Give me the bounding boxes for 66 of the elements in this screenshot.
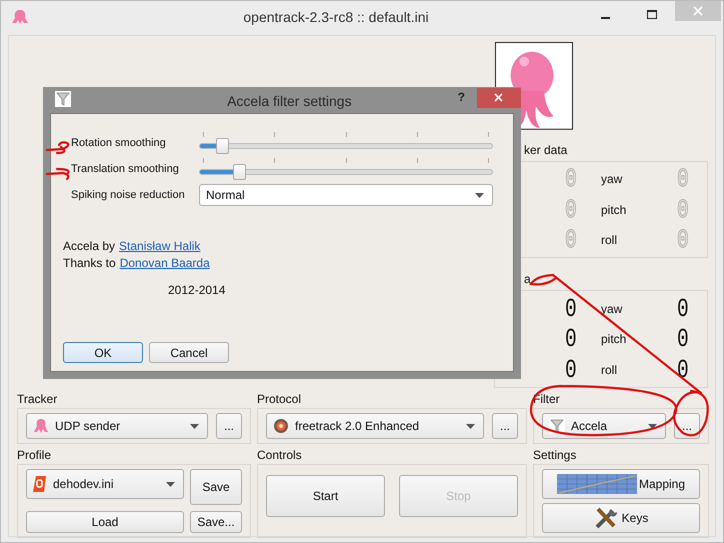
section-label: Tracker: [17, 391, 58, 408]
settings-button[interactable]: Keys: [542, 503, 700, 533]
profile-dropdown[interactable]: dehodev.ini: [26, 469, 184, 499]
curve-graph-icon: [556, 474, 637, 494]
axis-label: yaw: [601, 302, 622, 316]
field-label: Spiking noise reduction: [70, 189, 186, 201]
axis-label: pitch: [601, 202, 626, 217]
section-label: Profile: [17, 447, 52, 464]
smoothing-slider[interactable]: [199, 158, 493, 180]
section-label: Controls: [257, 447, 303, 464]
group-label: a: [524, 272, 532, 286]
dialog-button[interactable]: OK: [63, 342, 143, 363]
window-title: opentrack-2.3-rc8 :: default.ini: [242, 9, 430, 25]
lcd-digit: 0: [677, 196, 690, 223]
caret-icon: [648, 424, 657, 428]
lcd-digit: 0: [565, 196, 577, 223]
lcd-digit: 0: [677, 326, 690, 352]
lcd-digit: 0: [565, 296, 577, 322]
axis-label: roll: [601, 233, 618, 248]
lcd-digit: 0: [677, 296, 690, 322]
tools-icon: [594, 506, 620, 530]
caret-icon: [466, 424, 475, 428]
save-button[interactable]: Save: [190, 469, 242, 505]
axis-label: yaw: [601, 172, 622, 186]
ring-icon: [273, 418, 289, 434]
lcd-digit: 0: [677, 166, 690, 192]
module-dropdown[interactable]: Accela: [542, 413, 666, 439]
slider-label: Translation smoothing: [70, 163, 180, 175]
load-button[interactable]: Load: [26, 511, 184, 533]
caret-icon: [166, 482, 175, 486]
dialog-button[interactable]: Cancel: [149, 342, 229, 363]
module-dropdown[interactable]: freetrack 2.0 Enhanced: [266, 413, 484, 439]
author-link[interactable]: Stanisław Halik: [119, 238, 200, 255]
module-dropdown[interactable]: UDP sender: [26, 413, 208, 439]
lcd-digit: 0: [565, 166, 577, 192]
options-button[interactable]: ...: [216, 413, 242, 439]
author-link[interactable]: Donovan Baarda: [120, 255, 210, 272]
noise-dropdown[interactable]: Normal: [199, 184, 493, 206]
dialog-title: Accela filter settings: [226, 93, 353, 109]
options-button[interactable]: ...: [492, 413, 518, 439]
octopus-icon: [33, 418, 49, 434]
lcd-digit: 0: [565, 227, 577, 254]
axis-label: roll: [601, 362, 618, 377]
smoothing-slider[interactable]: [199, 132, 493, 154]
years-text: 2012-2014: [168, 283, 226, 297]
lcd-digit: 0: [677, 227, 690, 254]
axis-label: pitch: [601, 332, 626, 346]
slider-label: Rotation smoothing: [70, 137, 167, 149]
section-label: Settings: [533, 447, 578, 464]
settings-button[interactable]: Mapping: [542, 469, 700, 499]
control-button[interactable]: Start: [266, 475, 385, 517]
caret-icon: [190, 424, 199, 428]
group-label: ker data: [524, 142, 568, 157]
save-as-button[interactable]: Save...: [190, 511, 242, 533]
close-icon[interactable]: [477, 88, 521, 108]
octopus-icon: [11, 9, 29, 25]
lcd-digit: 0: [677, 356, 690, 383]
credit-text: Accela by: [63, 238, 116, 255]
document-icon: [33, 476, 47, 492]
section-label: Protocol: [257, 391, 302, 408]
help-button[interactable]: ?: [458, 90, 465, 104]
credit-text: Thanks to: [63, 255, 116, 272]
funnel-icon: [55, 91, 71, 107]
lcd-digit: 0: [565, 356, 577, 383]
lcd-digit: 0: [565, 326, 577, 352]
caret-icon: [475, 192, 484, 198]
